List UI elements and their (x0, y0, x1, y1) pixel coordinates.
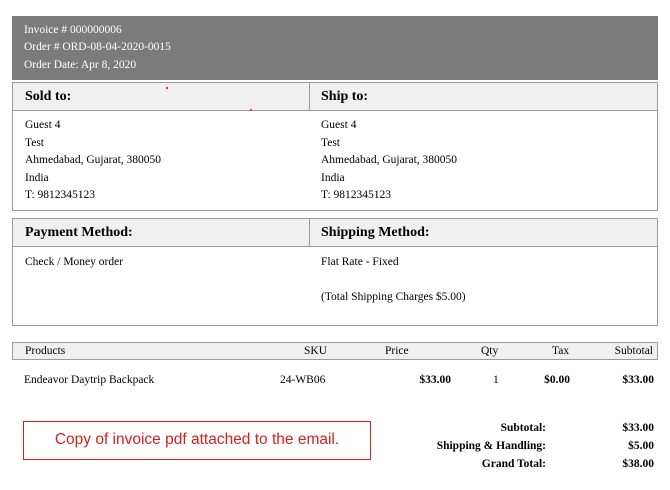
sold-to-title: Sold to: (13, 83, 310, 111)
ship-to-address: Guest 4 Test Ahmedabad, Gujarat, 380050 … (321, 117, 457, 205)
shipping-charges: (Total Shipping Charges $5.00) (321, 291, 466, 303)
ship-to-line: India (321, 171, 345, 184)
decoration-dot (166, 87, 168, 89)
sold-to-address: Guest 4 Test Ahmedabad, Gujarat, 380050 … (25, 117, 161, 205)
ship-to-line: T: 9812345123 (321, 189, 392, 202)
sold-to-line: Guest 4 (25, 119, 61, 131)
item-tax: $0.00 (544, 374, 570, 386)
email-attachment-note: Copy of invoice pdf attached to the emai… (23, 421, 371, 460)
item-price: $33.00 (419, 374, 451, 386)
column-products: Products (25, 345, 66, 357)
payment-method-value: Check / Money order (25, 256, 124, 268)
item-product: Endeavor Daytrip Backpack (24, 374, 155, 386)
shipping-handling-label: Shipping & Handling: (436, 440, 546, 452)
grand-total-value: $38.00 (622, 458, 654, 470)
subtotal-label: Subtotal: (500, 422, 546, 434)
invoice-number: Invoice # 000000006 (24, 24, 122, 36)
totals-values: $33.00 $5.00 $38.00 (622, 419, 654, 473)
ship-to-title: Ship to: (310, 83, 657, 111)
method-section: Payment Method: Shipping Method: Check /… (12, 218, 658, 326)
sold-to-line: Ahmedabad, Gujarat, 380050 (25, 154, 162, 167)
decoration-dot (250, 109, 252, 111)
column-qty: Qty (481, 345, 499, 357)
sold-to-line: India (25, 171, 49, 184)
column-subtotal: Subtotal (614, 345, 653, 357)
subtotal-value: $33.00 (622, 422, 654, 434)
item-qty: 1 (493, 374, 499, 386)
items-table-header: Products SKU Price Qty Tax Subtotal (12, 342, 658, 360)
item-subtotal: $33.00 (622, 374, 654, 386)
address-section: Sold to: Ship to: Guest 4 Test Ahmedabad… (12, 82, 658, 211)
ship-to-line: Guest 4 (321, 119, 357, 131)
ship-to-line: Test (321, 136, 340, 149)
table-row: Endeavor Daytrip Backpack 24-WB06 $33.00… (12, 372, 658, 390)
shipping-method-title: Shipping Method: (310, 219, 657, 247)
shipping-method-value: Flat Rate - Fixed (321, 256, 399, 268)
order-date: Order Date: Apr 8, 2020 (24, 59, 137, 71)
sold-to-line: Test (25, 136, 44, 149)
payment-method-title: Payment Method: (13, 219, 310, 247)
order-number: Order # ORD-08-04-2020-0015 (24, 41, 171, 53)
shipping-handling-value: $5.00 (628, 440, 654, 452)
column-tax: Tax (552, 345, 570, 357)
column-price: Price (385, 345, 409, 357)
grand-total-label: Grand Total: (481, 458, 546, 470)
ship-to-line: Ahmedabad, Gujarat, 380050 (321, 154, 458, 167)
totals-labels: Subtotal: Shipping & Handling: Grand Tot… (437, 419, 546, 473)
column-sku: SKU (304, 345, 328, 357)
invoice-header: Invoice # 000000006 Order # ORD-08-04-20… (12, 16, 658, 80)
item-sku: 24-WB06 (280, 374, 326, 386)
sold-to-line: T: 9812345123 (25, 189, 96, 202)
